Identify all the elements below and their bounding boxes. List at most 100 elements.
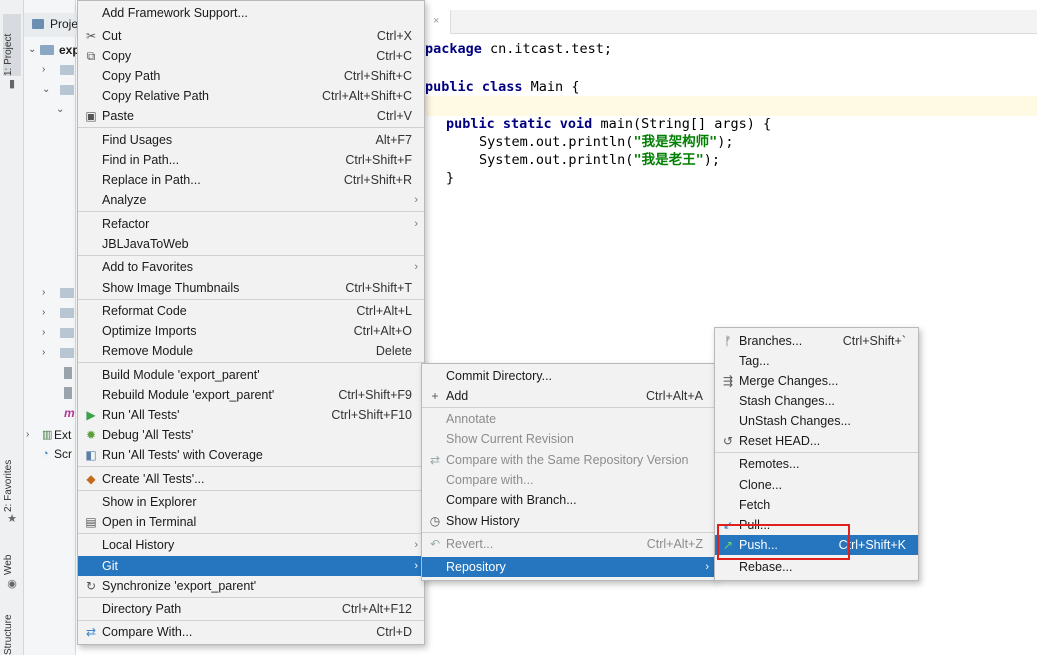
submenu-arrow-icon: › — [414, 218, 418, 230]
submenu-arrow-icon: › — [705, 561, 709, 573]
menu-item-synchronize[interactable]: ↻ Synchronize 'export_parent' — [78, 576, 424, 596]
chevron-down-icon: ⌄ — [42, 84, 51, 95]
menu-item-remotes[interactable]: Remotes... — [715, 454, 918, 474]
menu-item-git-add[interactable]: + Add Ctrl+Alt+A — [422, 386, 715, 406]
coverage-icon: ◧ — [85, 448, 97, 462]
tree-row[interactable] — [24, 363, 84, 383]
menu-item-show-image-thumbnails[interactable]: Show Image Thumbnails Ctrl+Shift+T — [78, 278, 424, 298]
run-play-icon: ▶ — [86, 408, 96, 422]
menu-separator — [78, 466, 424, 467]
menu-item-git[interactable]: Git › — [78, 556, 424, 576]
code-keyword: package — [425, 41, 482, 57]
menu-item-clone[interactable]: Clone... — [715, 475, 918, 495]
menu-item-build-module[interactable]: Build Module 'export_parent' — [78, 365, 424, 385]
submenu-arrow-icon: › — [414, 539, 418, 551]
tree-row[interactable]: › — [24, 343, 84, 363]
tree-row[interactable]: › — [24, 303, 84, 323]
menu-item-cut[interactable]: ✂ Cut Ctrl+X — [78, 26, 424, 46]
editor-tab[interactable]: × — [425, 10, 451, 34]
menu-item-show-history[interactable]: ◷ Show History — [422, 511, 715, 531]
menu-item-refactor[interactable]: Refactor › — [78, 214, 424, 234]
menu-item-copy-path[interactable]: Copy Path Ctrl+Shift+C — [78, 66, 424, 86]
web-tool-tab[interactable]: Web — [3, 549, 21, 575]
chevron-down-icon: ⌄ — [56, 104, 65, 115]
tree-item-label: Ext — [54, 428, 72, 442]
scratches-icon: ◔ — [42, 448, 49, 460]
module-folder-icon — [40, 45, 54, 55]
menu-item-copy[interactable]: ⧉ Copy Ctrl+C — [78, 46, 424, 66]
revert-icon: ↶ — [429, 537, 441, 551]
menu-item-stash-changes[interactable]: Stash Changes... — [715, 391, 918, 411]
structure-tool-tab[interactable]: Structure — [3, 605, 21, 655]
menu-item-compare-with[interactable]: Compare with... — [422, 470, 715, 490]
menu-item-compare-with-branch[interactable]: Compare with Branch... — [422, 490, 715, 510]
menu-item-remove-module[interactable]: Remove Module Delete — [78, 341, 424, 361]
copy-icon: ⧉ — [86, 49, 96, 63]
menu-item-rebase[interactable]: Rebase... — [715, 557, 918, 577]
menu-item-branches[interactable]: ᚠ Branches... Ctrl+Shift+` — [715, 331, 918, 351]
favorites-tool-tab[interactable]: 2: Favorites — [3, 454, 21, 512]
menu-item-fetch[interactable]: Fetch — [715, 495, 918, 515]
tree-row-scratches[interactable]: ◔ Scr — [24, 444, 84, 464]
menu-item-optimize-imports[interactable]: Optimize Imports Ctrl+Alt+O — [78, 321, 424, 341]
menu-item-replace-in-path[interactable]: Replace in Path... Ctrl+Shift+R — [78, 170, 424, 190]
menu-item-create-all-tests[interactable]: ◆ Create 'All Tests'... — [78, 469, 424, 489]
project-tool-tab[interactable]: 1: Project — [3, 14, 21, 76]
menu-item-commit-directory[interactable]: Commit Directory... — [422, 366, 715, 386]
folder-icon — [60, 348, 74, 358]
menu-item-reset-head[interactable]: ↺ Reset HEAD... — [715, 431, 918, 451]
menu-item-debug-all-tests[interactable]: ✹ Debug 'All Tests' — [78, 425, 424, 445]
menu-item-compare-same-repo-version[interactable]: ⇄ Compare with the Same Repository Versio… — [422, 450, 715, 470]
menu-item-unstash-changes[interactable]: UnStash Changes... — [715, 411, 918, 431]
menu-separator — [422, 532, 715, 533]
tree-row-root[interactable]: ⌄ exp — [24, 40, 84, 60]
menu-item-add-to-favorites[interactable]: Add to Favorites › — [78, 257, 424, 277]
tree-row[interactable]: › — [24, 60, 84, 80]
menu-item-revert[interactable]: ↶ Revert... Ctrl+Alt+Z — [422, 534, 715, 554]
menu-item-paste[interactable]: ▣ Paste Ctrl+V — [78, 106, 424, 126]
menu-item-show-in-explorer[interactable]: Show in Explorer — [78, 492, 424, 512]
tree-row[interactable]: m — [24, 403, 84, 423]
menu-item-tag[interactable]: Tag... — [715, 351, 918, 371]
menu-item-jbljavatoweb[interactable]: JBLJavaToWeb — [78, 234, 424, 254]
folder-icon — [60, 65, 74, 75]
tree-row[interactable]: › — [24, 323, 84, 343]
menu-item-merge-changes[interactable]: ⇶ Merge Changes... — [715, 371, 918, 391]
menu-item-run-all-tests[interactable]: ▶ Run 'All Tests' Ctrl+Shift+F10 — [78, 405, 424, 425]
tab-close-icon[interactable]: × — [433, 15, 439, 27]
web-globe-icon: ◉ — [7, 578, 17, 590]
menu-separator — [78, 597, 424, 598]
menu-item-add-framework-support[interactable]: Add Framework Support... — [78, 3, 424, 23]
caret-line-highlight — [425, 96, 1037, 116]
folder-icon — [60, 328, 74, 338]
menu-item-repository[interactable]: Repository › — [422, 557, 715, 577]
menu-item-directory-path[interactable]: Directory Path Ctrl+Alt+F12 — [78, 599, 424, 619]
menu-item-copy-relative-path[interactable]: Copy Relative Path Ctrl+Alt+Shift+C — [78, 86, 424, 106]
submenu-arrow-icon: › — [414, 560, 418, 572]
tree-row-external-libraries[interactable]: › ▥ Ext — [24, 425, 84, 445]
menu-item-analyze[interactable]: Analyze › — [78, 190, 424, 210]
menu-item-find-in-path[interactable]: Find in Path... Ctrl+Shift+F — [78, 150, 424, 170]
chevron-right-icon: › — [42, 307, 46, 318]
chevron-right-icon: › — [26, 429, 30, 440]
submenu-arrow-icon: › — [414, 261, 418, 273]
code-text: Main { — [522, 79, 580, 95]
menu-item-annotate[interactable]: Annotate — [422, 409, 715, 429]
menu-item-run-with-coverage[interactable]: ◧ Run 'All Tests' with Coverage — [78, 445, 424, 465]
create-test-icon: ◆ — [86, 472, 96, 486]
tree-row[interactable]: ⌄ — [24, 100, 84, 120]
menu-item-compare-with[interactable]: ⇄ Compare With... Ctrl+D — [78, 622, 424, 642]
code-text: System.out.println( — [479, 152, 634, 168]
menu-item-rebuild-module[interactable]: Rebuild Module 'export_parent' Ctrl+Shift… — [78, 385, 424, 405]
tree-row[interactable]: › — [24, 283, 84, 303]
menu-item-show-current-revision[interactable]: Show Current Revision — [422, 429, 715, 449]
tree-row[interactable]: ⌄ — [24, 80, 84, 100]
compare-icon: ⇄ — [429, 453, 441, 467]
code-keyword: public class — [425, 79, 523, 95]
menu-item-open-in-terminal[interactable]: ▤ Open in Terminal — [78, 512, 424, 532]
menu-separator — [78, 127, 424, 128]
menu-item-reformat-code[interactable]: Reformat Code Ctrl+Alt+L — [78, 301, 424, 321]
menu-item-local-history[interactable]: Local History › — [78, 535, 424, 555]
menu-item-find-usages[interactable]: Find Usages Alt+F7 — [78, 130, 424, 150]
tree-row[interactable] — [24, 383, 84, 403]
